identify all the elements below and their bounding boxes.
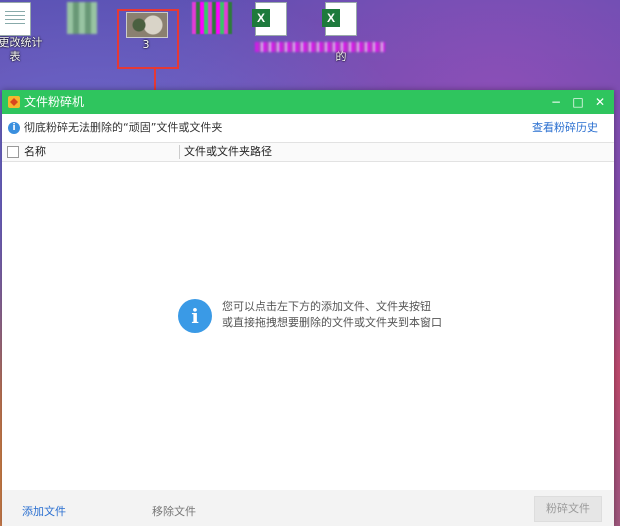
column-header-path[interactable]: 文件或文件夹路径: [184, 146, 272, 158]
add-file-button[interactable]: 添加文件: [22, 503, 66, 519]
file-icon: [192, 2, 232, 34]
view-history-link[interactable]: 查看粉碎历史: [532, 122, 598, 134]
desktop-icon-excel-1[interactable]: X: [236, 0, 306, 36]
remove-file-button[interactable]: 移除文件: [152, 503, 196, 519]
dialog-title: 文件粉碎机: [24, 95, 85, 109]
shred-file-button[interactable]: 粉碎文件: [534, 496, 602, 522]
title-bar[interactable]: 文件粉碎机 − □ ✕: [2, 90, 614, 114]
desktop-icon-label: 的: [335, 50, 347, 63]
desktop-icon-label: 数更改统计: [0, 36, 43, 49]
desktop-icon-excel-2[interactable]: X 的: [306, 0, 376, 64]
excel-icon: X: [252, 2, 287, 36]
empty-hint-line: 或直接拖拽想要删除的文件或文件夹到本窗口: [222, 316, 442, 329]
info-bar: i 彻底粉碎无法删除的“顽固”文件或文件夹 查看粉碎历史: [2, 114, 614, 142]
info-message: 彻底粉碎无法删除的“顽固”文件或文件夹: [24, 121, 223, 134]
table-header: 名称 文件或文件夹路径: [2, 142, 614, 162]
document-icon: [0, 2, 31, 36]
select-all-checkbox[interactable]: [7, 146, 19, 158]
desktop-icon-change-stats[interactable]: 数更改统计 表: [0, 0, 50, 64]
info-icon: i: [8, 122, 20, 134]
shredder-app-icon: [8, 96, 20, 108]
obscured-label: [255, 42, 385, 52]
minimize-button[interactable]: −: [546, 92, 566, 112]
file-list-area[interactable]: i 您可以点击左下方的添加文件、文件夹按钮 或直接拖拽想要删除的文件或文件夹到本…: [2, 161, 614, 489]
excel-icon: X: [322, 2, 357, 36]
desktop-icon-label: 表: [9, 50, 21, 63]
close-button[interactable]: ✕: [590, 92, 610, 112]
empty-hint-line: 您可以点击左下方的添加文件、文件夹按钮: [222, 300, 431, 313]
dialog-footer: 添加文件 移除文件 粉碎文件: [2, 490, 614, 526]
info-icon: i: [178, 299, 212, 333]
maximize-button[interactable]: □: [568, 92, 588, 112]
annotation-highlight-box: [117, 9, 179, 69]
desktop-icon-blurred[interactable]: [47, 0, 117, 34]
file-icon: [67, 2, 97, 34]
column-header-name[interactable]: 名称: [24, 146, 46, 158]
column-divider[interactable]: [179, 145, 180, 159]
file-shredder-dialog: 文件粉碎机 − □ ✕ i 彻底粉碎无法删除的“顽固”文件或文件夹 查看粉碎历史…: [2, 90, 614, 526]
empty-hint: 您可以点击左下方的添加文件、文件夹按钮 或直接拖拽想要删除的文件或文件夹到本窗口: [222, 299, 442, 331]
